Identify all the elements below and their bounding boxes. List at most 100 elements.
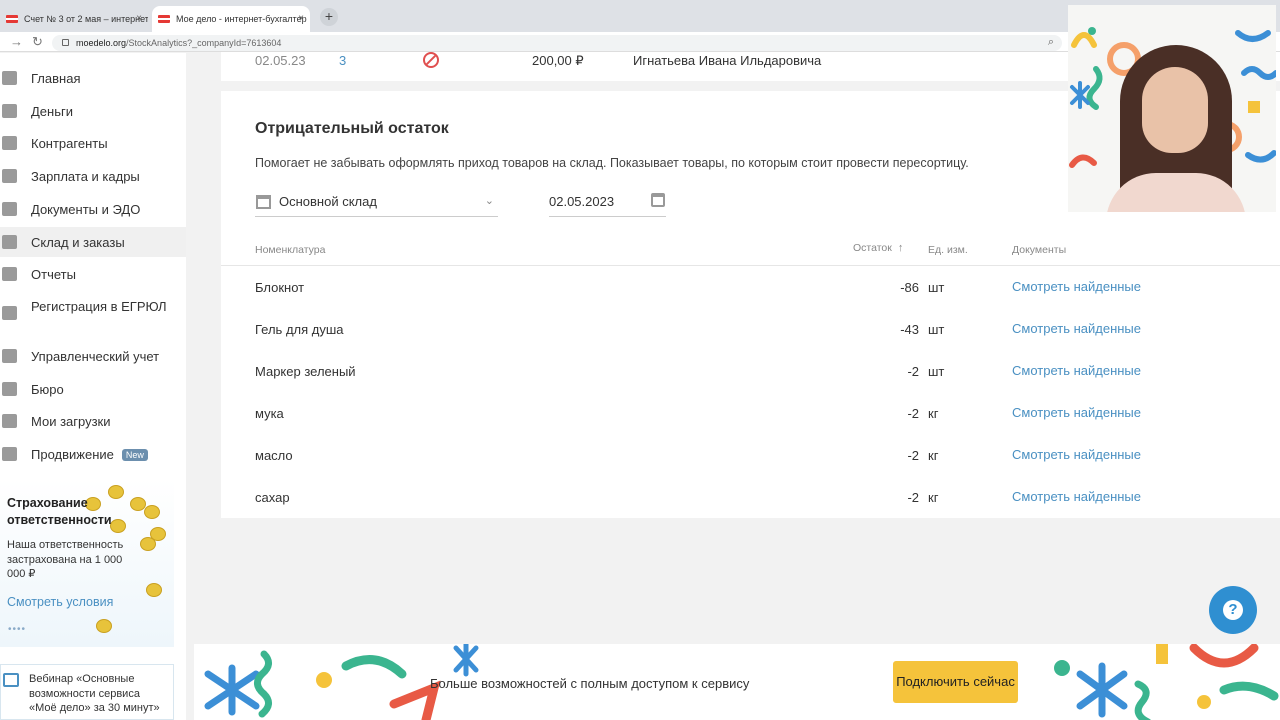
table-row: масло -2 кг Смотреть найденные: [221, 434, 1280, 476]
sidebar-item-promotion[interactable]: Продвижение New: [0, 439, 186, 469]
coin-icon: [96, 619, 112, 633]
column-header-unit: Ед. изм.: [928, 244, 968, 256]
item-unit: кг: [928, 448, 939, 463]
forward-arrow-icon[interactable]: →: [10, 34, 23, 49]
sidebar-item-label: Бюро: [31, 382, 64, 397]
view-found-link[interactable]: Смотреть найденные: [1012, 321, 1141, 336]
question-icon: ?: [1223, 600, 1243, 620]
chart-doc-icon: [2, 349, 17, 363]
growth-chart-icon: [2, 447, 17, 461]
webinar-promo[interactable]: Вебинар «Основные возможности сервиса «М…: [0, 664, 174, 720]
id-card-icon: [2, 169, 17, 183]
column-header-qty[interactable]: Остаток ↑: [853, 242, 903, 254]
sidebar-item-label: Мои загрузки: [31, 414, 111, 429]
sidebar-item-counterparties[interactable]: Контрагенты: [0, 128, 186, 158]
item-unit: шт: [928, 364, 945, 379]
sidebar-item-label: Документы и ЭДО: [31, 202, 141, 217]
sidebar-item-money[interactable]: Деньги: [0, 96, 186, 126]
item-qty: -2: [907, 406, 919, 421]
item-name: сахар: [255, 490, 290, 505]
close-tab-icon[interactable]: ×: [298, 13, 304, 24]
sort-arrow-up-icon[interactable]: ↑: [898, 242, 904, 254]
sidebar-item-label: Склад и заказы: [31, 235, 125, 250]
url-field[interactable]: moedelo.org/StockAnalytics?_companyId=76…: [52, 35, 1062, 51]
invoice-sum: 200,00 ₽: [532, 53, 584, 68]
view-found-link[interactable]: Смотреть найденные: [1012, 279, 1141, 294]
sidebar-item-reports[interactable]: Отчеты: [0, 259, 186, 289]
sidebar-item-label: Зарплата и кадры: [31, 169, 140, 184]
webinar-text: Вебинар «Основные возможности сервиса «М…: [29, 673, 160, 714]
calendar-icon[interactable]: [651, 193, 665, 207]
new-badge: New: [121, 449, 148, 461]
view-found-link[interactable]: Смотреть найденные: [1012, 363, 1141, 378]
sidebar-item-label: Продвижение: [31, 447, 114, 462]
sidebar-item-label: Управленческий учет: [31, 349, 160, 364]
promo-link[interactable]: Смотреть условия: [7, 595, 113, 609]
view-found-link[interactable]: Смотреть найденные: [1012, 489, 1141, 504]
view-found-link[interactable]: Смотреть найденные: [1012, 447, 1141, 462]
connect-now-button[interactable]: Подключить сейчас: [893, 661, 1018, 703]
sidebar-item-management[interactable]: Управленческий учет: [0, 341, 186, 371]
sidebar-item-warehouse[interactable]: Склад и заказы: [0, 227, 186, 257]
card-description: Помогает не забывать оформлять приход то…: [255, 156, 969, 170]
item-name: Маркер зеленый: [255, 364, 356, 379]
item-name: Блокнот: [255, 280, 305, 295]
warehouse-select[interactable]: Основной склад ⌄: [255, 191, 498, 217]
browser-tab-moedelo[interactable]: Мое дело - интернет-бухгалтер ×: [152, 6, 310, 32]
column-header-docs: Документы: [1012, 244, 1067, 256]
coin-icon: [140, 537, 156, 551]
home-icon: [2, 71, 17, 85]
people-icon: [2, 136, 17, 150]
sidebar-item-bureau[interactable]: Бюро: [0, 374, 186, 404]
browser-tab-invoice[interactable]: Счет № 3 от 2 мая – интернет ×: [0, 6, 148, 32]
zoom-icon[interactable]: ⌕: [1048, 36, 1054, 49]
url-path: /StockAnalytics?_companyId=7613604: [126, 38, 282, 48]
date-input-value: 02.05.2023: [549, 194, 615, 209]
tab-label: Мое дело - интернет-бухгалтер: [176, 14, 307, 24]
sidebar-item-label: Контрагенты: [31, 136, 108, 151]
briefcase-icon: [2, 382, 17, 396]
sidebar-item-home[interactable]: Главная: [0, 63, 186, 93]
item-name: Гель для душа: [255, 322, 344, 337]
warehouse-select-value: Основной склад: [279, 194, 377, 209]
coin-icon: [146, 583, 162, 597]
report-icon: [2, 267, 17, 281]
url-host: moedelo.org: [76, 38, 127, 48]
broadcast-icon: [3, 673, 19, 687]
sidebar-item-label: Отчеты: [31, 267, 76, 282]
date-input[interactable]: 02.05.2023: [549, 191, 666, 217]
sidebar-item-salary[interactable]: Зарплата и кадры: [0, 161, 186, 191]
promo-title: Страхование ответственности: [7, 496, 112, 527]
document-icon: [2, 306, 17, 320]
folder-icon: [2, 414, 17, 428]
cart-icon: [2, 235, 17, 249]
help-button[interactable]: ?: [1209, 586, 1257, 634]
view-found-link[interactable]: Смотреть найденные: [1012, 405, 1141, 420]
insurance-promo[interactable]: Страхование ответственности Наша ответст…: [0, 479, 174, 647]
sidebar: Главная Деньги Контрагенты Зарплата и ка…: [0, 53, 186, 720]
new-tab-button[interactable]: +: [320, 8, 338, 26]
invoice-counterparty: Игнатьева Ивана Ильдаровича: [633, 53, 822, 68]
close-tab-icon[interactable]: ×: [136, 13, 142, 24]
invoice-date: 02.05.23: [255, 53, 306, 68]
carousel-dots[interactable]: ••••: [8, 624, 26, 635]
sidebar-item-registration[interactable]: Регистрация в ЕГРЮЛ: [0, 292, 186, 338]
chevron-down-icon: ⌄: [484, 195, 494, 207]
invoice-number-link[interactable]: 3: [339, 53, 346, 68]
sidebar-item-label: Главная: [31, 71, 81, 86]
reload-icon[interactable]: ↻: [32, 34, 43, 50]
sidebar-item-documents[interactable]: Документы и ЭДО: [0, 194, 186, 224]
table-row: Блокнот -86 шт Смотреть найденные: [221, 266, 1280, 308]
lock-icon: [62, 39, 69, 46]
table-row: мука -2 кг Смотреть найденные: [221, 392, 1280, 434]
table-row: Гель для душа -43 шт Смотреть найденные: [221, 308, 1280, 350]
promo-text: Наша ответственность застрахована на 1 0…: [7, 539, 124, 580]
sidebar-item-label: Регистрация в ЕГРЮЛ: [31, 299, 167, 314]
sidebar-item-downloads[interactable]: Мои загрузки: [0, 406, 186, 436]
card-title: Отрицательный остаток: [255, 120, 449, 137]
flag-favicon-icon: [158, 15, 170, 23]
item-qty: -2: [907, 448, 919, 463]
column-header-name[interactable]: Номенклатура: [255, 244, 325, 256]
item-unit: шт: [928, 322, 945, 337]
cancelled-icon: [423, 52, 439, 68]
